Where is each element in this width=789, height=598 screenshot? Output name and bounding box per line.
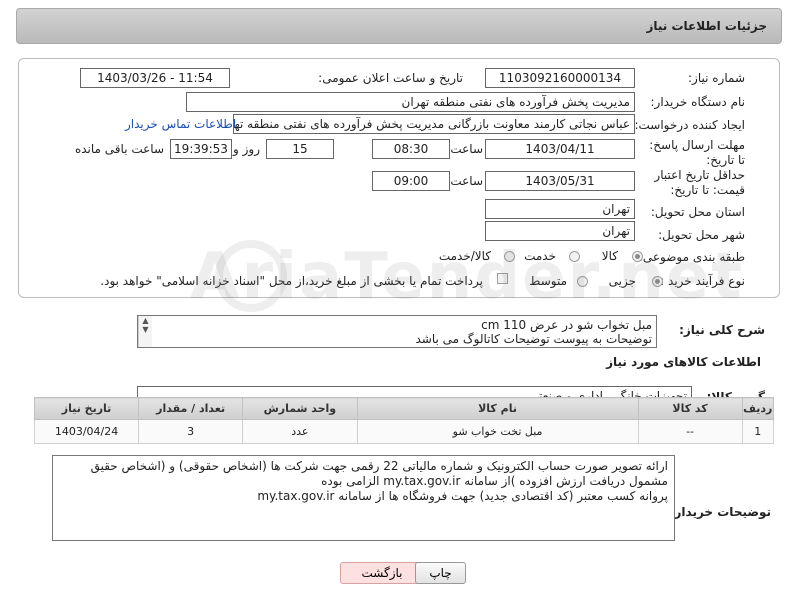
buyer-notes-box: ارائه تصویر صورت حساب الکترونیک و شماره …	[52, 455, 675, 541]
deadline-label: مهلت ارسال پاسخ: تا تاریخ:	[649, 138, 745, 167]
col-date: تاریخ نیاز	[33, 397, 140, 420]
description-line-2: توضیحات به پیوست توضیحات کاتالوگ می باشد	[415, 332, 653, 346]
cell-date: 1403/04/24	[33, 419, 140, 444]
category-service-label: خدمت	[524, 249, 556, 263]
cell-code: --	[637, 419, 743, 444]
buyer-notes-line-1: ارائه تصویر صورت حساب الکترونیک و شماره …	[90, 459, 668, 473]
cell-unit: عدد	[242, 419, 358, 444]
announce-field: 1403/03/26 - 11:54	[80, 68, 230, 88]
deadline-date-field: 1403/04/11	[485, 139, 635, 159]
deadline-time-label: ساعت	[450, 142, 483, 156]
city-field: تهران	[485, 221, 635, 241]
remaining-label: ساعت باقی مانده	[74, 142, 164, 156]
announce-label: تاریخ و ساعت اعلان عمومی:	[318, 71, 463, 85]
days-field: 15	[266, 139, 334, 159]
category-goods-service-radio[interactable]	[504, 251, 515, 262]
table-row: 1 -- مبل تخت خواب شو عدد 3 1403/04/24	[33, 419, 775, 444]
col-qty: تعداد / مقدار	[138, 397, 244, 420]
description-label: شرح کلی نیاز:	[679, 323, 765, 337]
scroll-down-icon[interactable]: ▼	[142, 325, 148, 334]
validity-time-field: 09:00	[372, 171, 450, 191]
validity-date-field: 1403/05/31	[485, 171, 635, 191]
category-goods-label: کالا	[601, 249, 618, 263]
validity-label: حداقل تاریخ اعتبار قیمت: تا تاریخ:	[654, 168, 745, 197]
description-textarea[interactable]: مبل تخواب شو در عرض 110 cm توضیحات به پی…	[137, 315, 657, 348]
goods-table: ردیف کد کالا نام کالا واحد شمارش تعداد /…	[33, 397, 775, 444]
cell-row: 1	[741, 419, 775, 444]
category-goods-service-label: کالا/خدمت	[438, 249, 491, 263]
process-label: نوع فرآیند خرید :	[660, 274, 745, 288]
category-goods-radio[interactable]	[632, 251, 643, 262]
buyer-notes-line-3: پروانه کسب معتبر (کد اقتصادی جدید) جهت ف…	[257, 489, 668, 503]
col-code: کد کالا	[637, 397, 743, 420]
back-button[interactable]: بازگشت	[340, 562, 424, 584]
need-number-field: 1103092160000134	[485, 68, 635, 88]
province-label: استان محل تحویل:	[650, 205, 745, 219]
category-service-radio[interactable]	[569, 251, 580, 262]
buyer-notes-line-2: مشمول دریافت ارزش افزوده )از سامانه my.t…	[321, 474, 668, 488]
col-name: نام کالا	[356, 397, 639, 420]
province-field: تهران	[485, 199, 635, 219]
col-unit: واحد شمارش	[242, 397, 358, 420]
cell-name: مبل تخت خواب شو	[356, 419, 639, 444]
goods-section-title: اطلاعات کالاهای مورد نیاز	[606, 355, 761, 369]
process-medium-label: متوسط	[529, 274, 567, 288]
scroll-up-icon[interactable]: ▲	[142, 316, 148, 325]
buyer-contact-link[interactable]: اطلاعات تماس خریدار	[125, 117, 236, 131]
description-scrollbar[interactable]: ▲ ▼	[138, 316, 152, 347]
deadline-time-field: 08:30	[372, 139, 450, 159]
description-line-1: مبل تخواب شو در عرض 110 cm	[481, 318, 652, 332]
buyer-notes-label: توضیحات خریدار:	[669, 505, 771, 519]
requester-field: عباس نجاتی کارمند معاونت بازرگانی مدیریت…	[233, 114, 635, 134]
days-label: روز و	[233, 142, 260, 156]
page-header: جزئیات اطلاعات نیاز	[16, 8, 782, 44]
category-label: طبقه بندی موضوعی:	[638, 250, 745, 264]
process-minor-radio[interactable]	[652, 276, 663, 287]
city-label: شهر محل تحویل:	[658, 228, 745, 242]
col-row: ردیف	[741, 397, 775, 420]
remaining-time-field: 19:39:53	[170, 139, 232, 159]
need-number-label: شماره نیاز:	[688, 71, 745, 85]
cell-qty: 3	[138, 419, 244, 444]
process-medium-radio[interactable]	[577, 276, 588, 287]
process-minor-label: جزیی	[608, 274, 636, 288]
treasury-payment-checkbox[interactable]	[497, 273, 508, 284]
requester-label: ایجاد کننده درخواست:	[634, 118, 745, 132]
validity-time-label: ساعت	[450, 174, 483, 188]
treasury-payment-note: پرداخت تمام یا بخشی از مبلغ خرید،از محل …	[100, 274, 483, 288]
goods-table-header: ردیف کد کالا نام کالا واحد شمارش تعداد /…	[33, 397, 775, 420]
buyer-org-label: نام دستگاه خریدار:	[650, 95, 746, 109]
page-title: جزئیات اطلاعات نیاز	[646, 19, 767, 33]
buyer-org-field: مدیریت پخش فرآورده های نفتی منطقه تهران	[186, 92, 635, 112]
print-button[interactable]: چاپ	[415, 562, 466, 584]
